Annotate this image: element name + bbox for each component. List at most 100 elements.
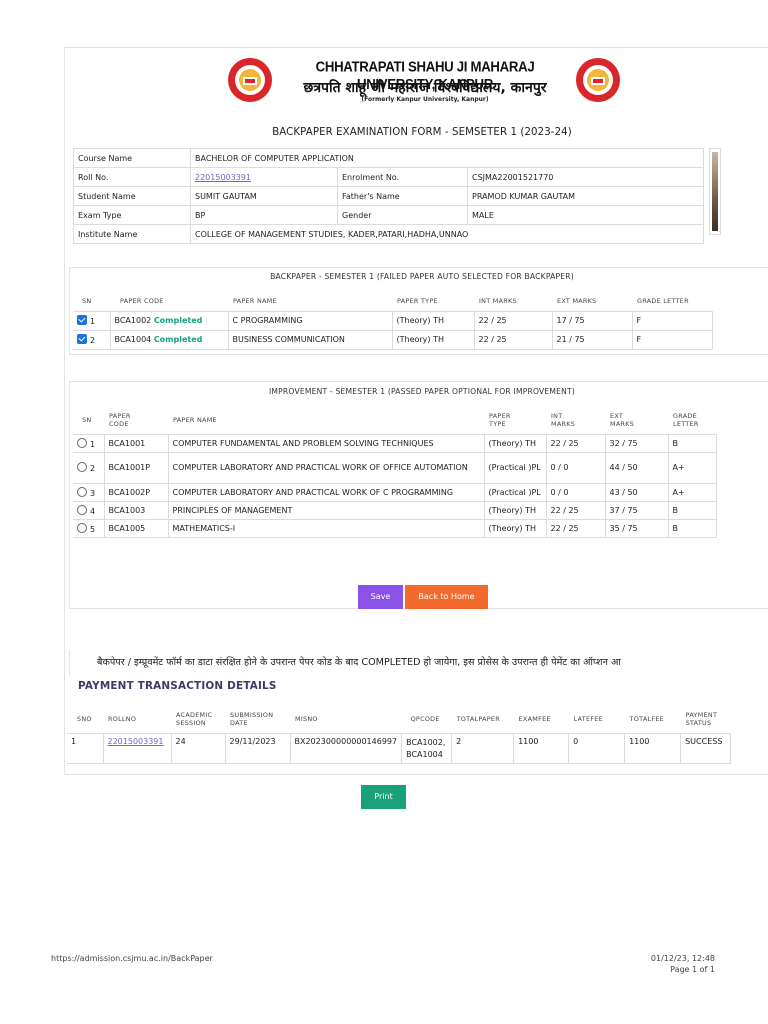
improvement-radio[interactable] xyxy=(77,437,87,448)
roll-label: Roll No. xyxy=(73,167,191,187)
ext-marks: 43 / 50 xyxy=(604,482,669,502)
improvement-radio[interactable] xyxy=(77,462,87,472)
institute-label: Institute Name xyxy=(73,224,191,244)
institute-value: COLLEGE OF MANAGEMENT STUDIES, KADER,PAT… xyxy=(190,224,704,244)
paper-name: MATHEMATICS-I xyxy=(167,518,485,538)
grade-letter: A+ xyxy=(667,482,717,502)
payment-misno: BX202300000000146997 xyxy=(289,732,403,764)
header-totalfee: TOTALFEE xyxy=(624,705,681,734)
info-row-course: Course Name BACHELOR OF COMPUTER APPLICA… xyxy=(73,148,704,168)
paper-type: (Theory) TH xyxy=(391,329,475,350)
int-marks: 22 / 25 xyxy=(545,500,606,520)
row-sn: 1 xyxy=(90,439,96,449)
info-row-student: Student Name SUMIT GAUTAM Father's Name … xyxy=(73,186,704,206)
improvement-table: SN PAPER CODE PAPER NAME PAPER TYPE INT MAR… xyxy=(73,406,717,538)
improvement-radio[interactable] xyxy=(77,504,87,515)
paper-type: (Theory) TH xyxy=(483,500,547,520)
examtype-value: BP xyxy=(190,205,338,225)
header-int-marks: INT MARKS xyxy=(546,406,605,435)
backpaper-checkbox[interactable] xyxy=(77,334,87,344)
gender-label: Gender xyxy=(337,205,468,225)
ext-marks: 44 / 50 xyxy=(604,451,669,484)
header-paper-type: PAPER TYPE xyxy=(392,292,474,312)
paper-type: (Theory) TH xyxy=(483,518,547,538)
backpaper-header-row: SN PAPER CODE PAPER NAME PAPER TYPE INT … xyxy=(73,292,712,312)
roll-number-link[interactable]: 22015003391 xyxy=(195,173,251,182)
header-totalpaper: TOTALPAPER xyxy=(451,705,514,734)
examtype-label: Exam Type xyxy=(73,205,191,225)
save-button[interactable]: Save xyxy=(358,585,403,609)
header-misno: MISNO xyxy=(290,705,402,734)
grade-letter: F xyxy=(631,310,713,331)
paper-name: BUSINESS COMMUNICATION xyxy=(227,329,393,350)
form-title: BACKPAPER EXAMINATION FORM - SEMSETER 1 … xyxy=(272,127,572,138)
footer-date: 01/12/23, 12:48 xyxy=(650,954,715,963)
improvement-radio[interactable] xyxy=(77,522,87,533)
header-sno: SNO xyxy=(67,705,103,734)
header-paper-name: PAPER NAME xyxy=(168,406,484,435)
payment-table: SNO ROLLNO ACADEMIC SESSION SUBMISSION DAT… xyxy=(67,705,732,764)
header-paper-code: PAPER CODE xyxy=(104,406,168,435)
info-row-examtype: Exam Type BP Gender MALE xyxy=(73,205,704,225)
footer-page: Page 1 of 1 xyxy=(670,965,715,974)
int-marks: 0 / 0 xyxy=(545,451,606,484)
row-sn: 5 xyxy=(90,524,96,534)
back-to-home-button[interactable]: Back to Home xyxy=(405,585,488,609)
row-sn: 4 xyxy=(90,506,96,516)
row-sn: 2 xyxy=(90,464,96,473)
improvement-title: IMPROVEMENT - SEMESTER 1 (PASSED PAPER O… xyxy=(268,387,576,396)
backpaper-checkbox[interactable] xyxy=(77,315,87,325)
ext-marks: 37 / 75 xyxy=(604,500,669,520)
course-value: BACHELOR OF COMPUTER APPLICATION xyxy=(190,148,704,168)
header-sn: SN xyxy=(73,292,110,312)
footer-url: https://admission.csjmu.ac.in/BackPaper xyxy=(51,954,213,963)
table-row: 2 BCA1001P COMPUTER LABORATORY AND PRACT… xyxy=(73,451,717,484)
int-marks: 22 / 25 xyxy=(473,329,553,350)
payment-totalfee: 1100 xyxy=(624,732,682,764)
backpaper-table: SN PAPER CODE PAPER NAME PAPER TYPE INT … xyxy=(73,292,713,350)
header-paper-code: PAPER CODE xyxy=(110,292,228,312)
table-row: 4 BCA1003 PRINCIPLES OF MANAGEMENT (Theo… xyxy=(73,500,717,520)
backpaper-title: BACKPAPER - SEMESTER 1 (FAILED PAPER AUT… xyxy=(270,272,574,281)
father-label: Father's Name xyxy=(337,186,468,206)
header-payment-status: PAYMENT STATUS xyxy=(680,705,731,734)
enrolment-label: Enrolment No. xyxy=(337,167,468,187)
header-paper-name: PAPER NAME xyxy=(228,292,392,312)
ext-marks: 35 / 75 xyxy=(604,518,669,538)
payment-roll-link[interactable]: 22015003391 xyxy=(108,737,164,746)
header-qpcode: QPCODE xyxy=(401,705,452,734)
paper-type: (Theory) TH xyxy=(483,433,547,453)
improvement-header-row: SN PAPER CODE PAPER NAME PAPER TYPE INT MAR… xyxy=(73,406,716,435)
int-marks: 22 / 25 xyxy=(545,518,606,538)
paper-name: COMPUTER LABORATORY AND PRACTICAL WORK O… xyxy=(167,482,485,502)
paper-code: BCA1002 xyxy=(114,316,152,325)
grade-letter: A+ xyxy=(667,451,717,484)
header-grade-letter: GRADE LETTER xyxy=(632,292,712,312)
university-logo-right xyxy=(576,58,620,102)
info-row-roll: Roll No. 22015003391 Enrolment No. CSJMA… xyxy=(73,167,704,187)
ext-marks: 21 / 75 xyxy=(551,329,633,350)
table-row: 5 BCA1005 MATHEMATICS-I (Theory) TH 22 /… xyxy=(73,518,717,538)
ext-marks: 32 / 75 xyxy=(604,433,669,453)
grade-letter: B xyxy=(667,518,717,538)
course-label: Course Name xyxy=(73,148,191,168)
row-sn: 3 xyxy=(90,488,96,498)
status-completed: Completed xyxy=(153,335,203,344)
grade-letter: B xyxy=(667,500,717,520)
ext-marks: 17 / 75 xyxy=(551,310,633,331)
int-marks: 22 / 25 xyxy=(473,310,553,331)
print-button[interactable]: Print xyxy=(361,785,406,809)
father-value: PRAMOD KUMAR GAUTAM xyxy=(467,186,704,206)
student-photo xyxy=(709,148,721,235)
header-paper-type: PAPER TYPE xyxy=(484,406,546,435)
paper-code: BCA1004 xyxy=(114,335,152,344)
grade-letter: F xyxy=(631,329,713,350)
paper-code: BCA1001P xyxy=(103,451,169,484)
page-frame: CHHATRAPATI SHAHU JI MAHARAJ UNIVERSITY,… xyxy=(64,47,768,775)
paper-code: BCA1003 xyxy=(103,500,169,520)
improvement-radio[interactable] xyxy=(77,486,87,497)
payment-header-row: SNO ROLLNO ACADEMIC SESSION SUBMISSION DAT… xyxy=(67,705,731,734)
paper-code: BCA1005 xyxy=(103,518,169,538)
student-value: SUMIT GAUTAM xyxy=(190,186,338,206)
row-sn: 2 xyxy=(90,336,96,345)
